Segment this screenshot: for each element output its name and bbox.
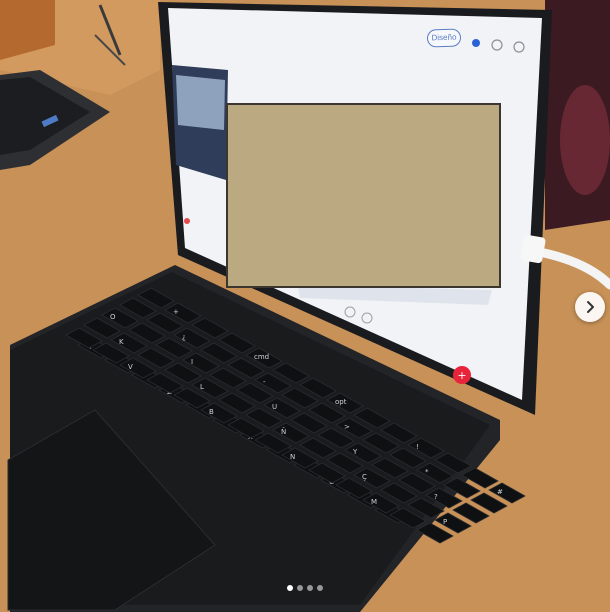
chevron-right-icon xyxy=(587,301,594,313)
keyboard-key-label: B xyxy=(209,408,214,416)
keyboard-key-label: P xyxy=(443,518,447,526)
keyboard-key-label: opt xyxy=(335,398,347,406)
keyboard-key-label: O xyxy=(110,313,116,321)
keyboard-key-label: > xyxy=(344,423,350,431)
screen-red-dot xyxy=(184,218,190,224)
design-button: Diseño xyxy=(426,28,462,48)
keyboard-key-label: * xyxy=(425,468,429,476)
keyboard-key-label: M xyxy=(371,498,377,506)
keyboard-key-label: I xyxy=(191,358,193,366)
keyboard-key-label: Y xyxy=(352,448,358,456)
keyboard-key-label: ¿ xyxy=(182,333,186,341)
post-photo: <ZXCVBNMKLÑÇPOIUY?¿->*+cmdopt!# + Diseño xyxy=(0,0,610,612)
keyboard-key-label: V xyxy=(128,363,133,371)
keyboard-key-label: ? xyxy=(434,493,438,501)
carousel-dot[interactable] xyxy=(307,585,313,591)
keyboard-key-label: + xyxy=(173,308,179,316)
carousel-dot[interactable] xyxy=(317,585,323,591)
plus-icon: + xyxy=(457,369,466,382)
shield-icon xyxy=(472,39,480,47)
keyboard-key-label: ! xyxy=(416,443,419,451)
keyboard-key-label: cmd xyxy=(254,353,269,361)
keyboard-key-label: # xyxy=(497,488,503,496)
carousel-dots xyxy=(0,585,610,591)
keyboard-key-label: K xyxy=(119,338,124,346)
keyboard-key-label: Ñ xyxy=(281,427,286,436)
screen-thumbnail-light xyxy=(176,75,225,130)
usb-connector xyxy=(520,234,546,264)
photo-scene: <ZXCVBNMKLÑÇPOIUY?¿->*+cmdopt!# + xyxy=(0,0,610,612)
keyboard-key-label: U xyxy=(272,403,277,411)
keyboard-key-label: L xyxy=(200,383,204,391)
background-fabric-highlight xyxy=(560,85,610,195)
carousel-dot[interactable] xyxy=(287,585,293,591)
carousel-dot[interactable] xyxy=(297,585,303,591)
keyboard-key-label: N xyxy=(290,453,295,461)
keyboard-key-label: Ç xyxy=(362,473,367,481)
redacted-region xyxy=(226,103,501,288)
next-photo-button[interactable] xyxy=(575,292,605,322)
